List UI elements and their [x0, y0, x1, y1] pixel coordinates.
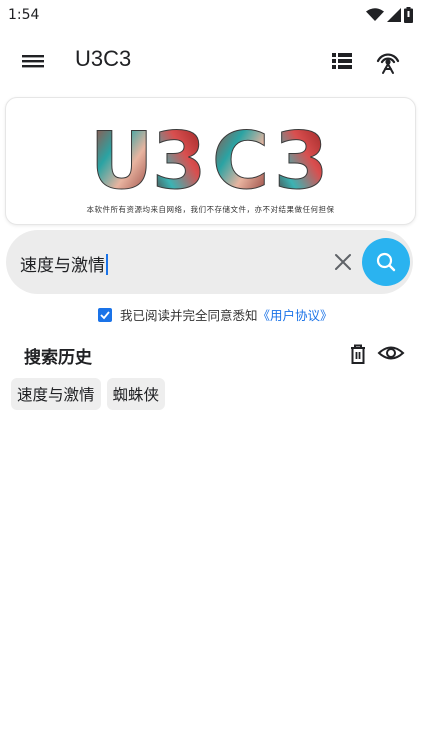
list-view-button[interactable]: [328, 49, 356, 73]
app-bar: U3C3: [0, 30, 421, 92]
agreement-text: 我已阅读并完全同意悉知: [120, 308, 258, 323]
u3c3-logo: U 3 C 3: [90, 120, 329, 198]
svg-text:C: C: [212, 120, 269, 198]
clear-icon: [335, 254, 351, 270]
svg-text:3: 3: [152, 120, 206, 198]
history-chip[interactable]: 速度与激情: [11, 378, 101, 410]
list-view-icon: [332, 53, 352, 69]
antenna-button[interactable]: [372, 44, 404, 76]
antenna-icon: [376, 53, 400, 74]
menu-icon: [22, 55, 44, 68]
history-title: 搜索历史: [24, 348, 92, 368]
svg-text:U: U: [90, 120, 153, 198]
toggle-visibility-button[interactable]: [377, 342, 405, 364]
search-input[interactable]: 速度与激情: [20, 251, 108, 276]
banner-subtitle: 本软件所有资源均来自网络，我们不存储文件，亦不对结果做任何担保: [86, 205, 335, 214]
status-time: 1:54: [8, 7, 40, 23]
history-chip[interactable]: 蜘蛛侠: [106, 378, 166, 410]
eye-icon: [377, 346, 405, 360]
status-bar: 1:54: [0, 0, 421, 30]
wifi-icon: [366, 8, 384, 21]
search-bar[interactable]: 速度与激情: [6, 230, 413, 294]
user-agreement-link[interactable]: 《用户协议》: [258, 305, 333, 324]
search-icon: [376, 252, 396, 272]
trash-icon: [351, 344, 365, 364]
status-icons: [366, 7, 413, 23]
clear-button[interactable]: [333, 252, 353, 272]
history-list: 速度与激情 蜘蛛侠: [11, 378, 166, 410]
battery-icon: [404, 7, 413, 23]
search-button[interactable]: [362, 238, 410, 286]
app-title: U3C3: [75, 46, 132, 71]
agreement-checkbox[interactable]: [98, 307, 112, 322]
signal-icon: [387, 8, 401, 22]
menu-button[interactable]: [18, 49, 48, 73]
svg-text:3: 3: [274, 120, 328, 198]
agreement-row: 我已阅读并完全同意悉知 《用户协议》: [98, 305, 333, 324]
clear-history-button[interactable]: [348, 343, 368, 365]
check-icon: [100, 310, 110, 319]
